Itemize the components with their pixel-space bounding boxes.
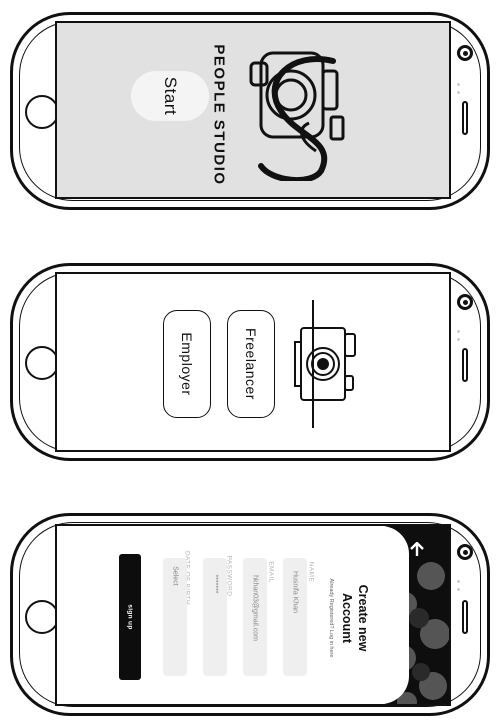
welcome-screen: Start PEOPLE STUDIO	[55, 21, 451, 199]
email-field[interactable]: hkhan03@gmail.com	[243, 558, 267, 676]
freelancer-button-label: Freelancer	[243, 328, 259, 400]
start-button-label: Start	[161, 76, 180, 116]
name-field[interactable]: Husnifa Khan	[283, 558, 307, 676]
name-field-value: Husnifa Khan	[291, 570, 299, 614]
camera-illustration-icon	[294, 300, 356, 428]
back-arrow-icon[interactable]	[409, 542, 425, 556]
login-link[interactable]: Already Registered? Log in here	[328, 579, 334, 658]
email-field-label: EMAIL	[267, 561, 275, 583]
sensor-dot	[457, 588, 460, 591]
front-camera-icon	[457, 45, 473, 61]
password-field-value: *******	[211, 574, 219, 594]
freelancer-button[interactable]: Freelancer	[227, 310, 275, 418]
dob-field-value: Select	[171, 566, 179, 586]
sensor-dot	[457, 338, 460, 341]
sensor-dot	[457, 83, 460, 86]
camera-logo-icon	[249, 51, 345, 181]
signup-button[interactable]: sign up	[119, 554, 141, 680]
email-field-value: hkhan03@gmail.com	[251, 575, 259, 641]
start-button[interactable]: Start	[131, 71, 209, 121]
dob-field[interactable]: Select	[163, 558, 187, 676]
home-button[interactable]	[25, 95, 59, 129]
sensor-dot	[457, 580, 460, 583]
home-button[interactable]	[25, 600, 59, 634]
name-field-label: NAME	[307, 561, 315, 583]
role-select-screen: Employer Freelancer	[55, 272, 451, 452]
title-line-2: Account	[340, 593, 354, 643]
brand-name: PEOPLE STUDIO	[210, 44, 228, 186]
speaker-icon	[462, 600, 468, 634]
sensor-dot	[457, 330, 460, 333]
employer-button-label: Employer	[179, 332, 195, 396]
front-camera-icon	[457, 294, 473, 310]
employer-button[interactable]: Employer	[163, 310, 211, 418]
title-line-1: Create new	[356, 584, 370, 652]
sensor-dot	[457, 91, 460, 94]
signup-button-label: sign up	[126, 604, 134, 630]
signup-screen: Create new Account Already Registered? L…	[55, 524, 451, 706]
speaker-icon	[462, 101, 468, 135]
speaker-icon	[462, 348, 468, 382]
password-field[interactable]: *******	[203, 558, 227, 676]
front-camera-icon	[457, 544, 473, 560]
home-button[interactable]	[25, 346, 59, 380]
